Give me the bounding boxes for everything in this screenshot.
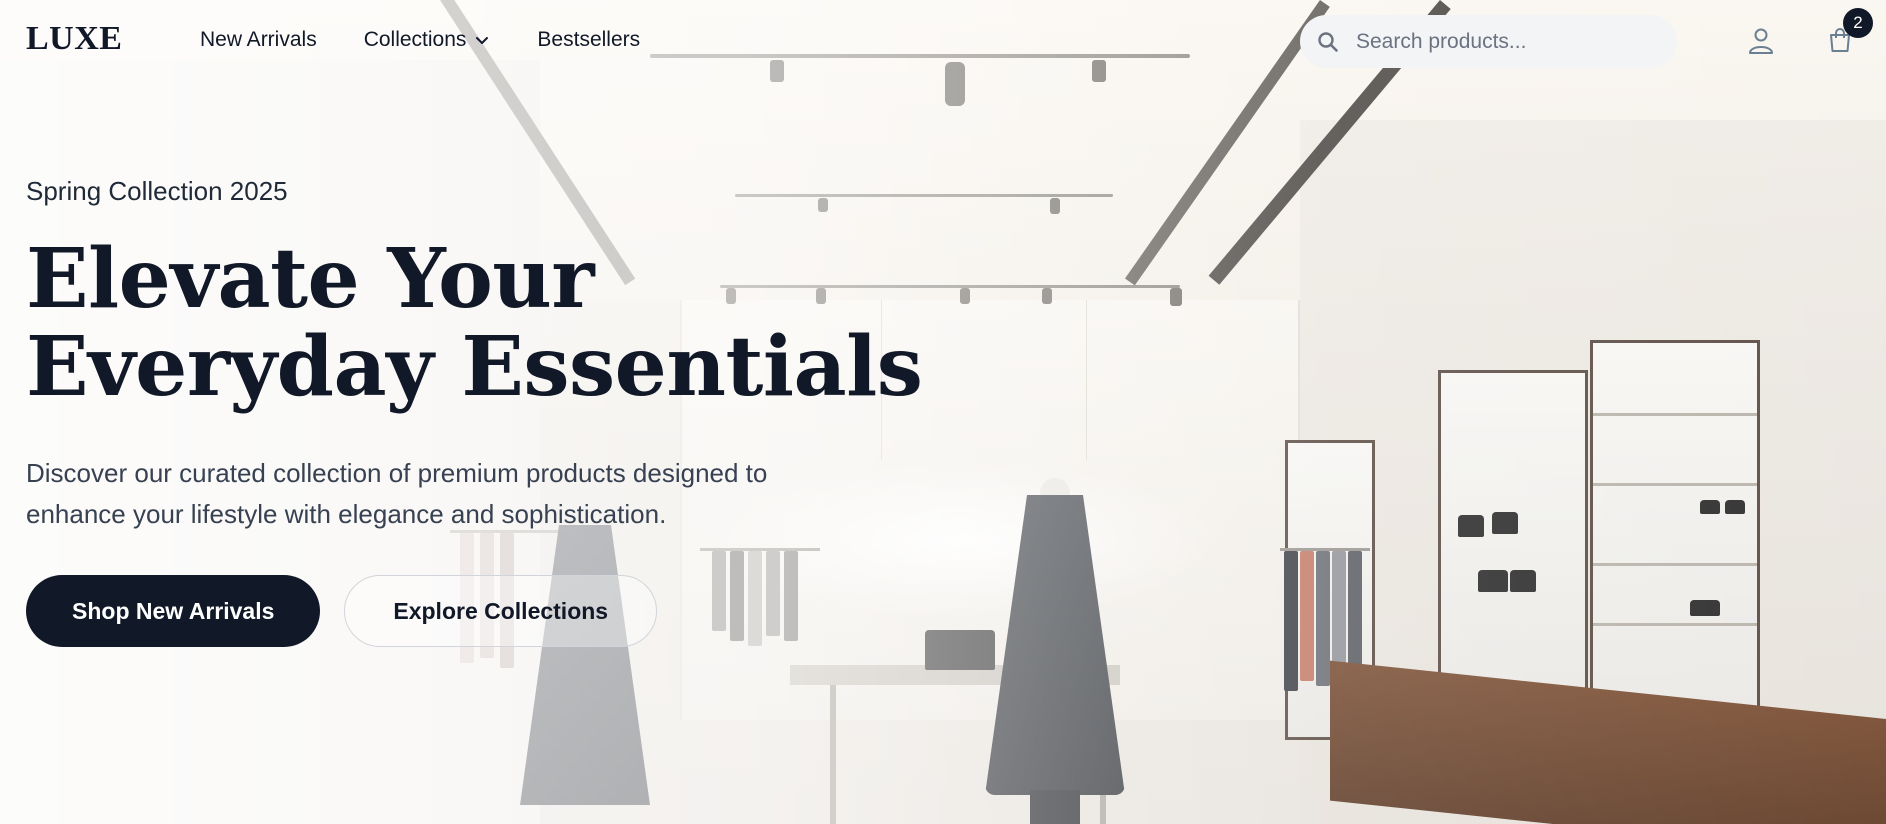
hero-cta-row: Shop New Arrivals Explore Collections: [26, 575, 986, 647]
explore-collections-button[interactable]: Explore Collections: [344, 575, 658, 647]
nav-collections[interactable]: Collections: [364, 28, 491, 52]
logo[interactable]: LUXE: [26, 20, 122, 58]
search-bar: [1300, 15, 1677, 68]
nav-new-arrivals[interactable]: New Arrivals: [200, 28, 317, 52]
nav-new-arrivals-label: New Arrivals: [200, 28, 317, 51]
hero-headline-line-2: Everyday Essentials: [26, 319, 923, 415]
hero-headline-line-1: Elevate Your: [26, 231, 595, 327]
shop-new-arrivals-button[interactable]: Shop New Arrivals: [26, 575, 321, 647]
search-icon[interactable]: [1316, 30, 1340, 54]
hero-section: Spring Collection 2025 Elevate Your Ever…: [26, 176, 986, 647]
hero-headline: Elevate Your Everyday Essentials: [26, 235, 986, 411]
site-header: LUXE New Arrivals Collections Bestseller…: [0, 0, 1886, 82]
nav-bestsellers-label: Bestsellers: [537, 28, 641, 51]
hero-subtext: Discover our curated collection of premi…: [26, 458, 768, 529]
nav-collections-label: Collections: [363, 28, 467, 51]
nav-bestsellers[interactable]: Bestsellers: [537, 28, 640, 52]
chevron-down-icon: [476, 37, 489, 44]
main-nav: New Arrivals Collections Bestsellers: [200, 28, 687, 52]
hero-eyebrow: Spring Collection 2025: [26, 176, 288, 206]
cart-count-badge: 2: [1843, 8, 1873, 38]
user-icon[interactable]: [1748, 27, 1774, 55]
search-input[interactable]: [1356, 29, 1656, 54]
